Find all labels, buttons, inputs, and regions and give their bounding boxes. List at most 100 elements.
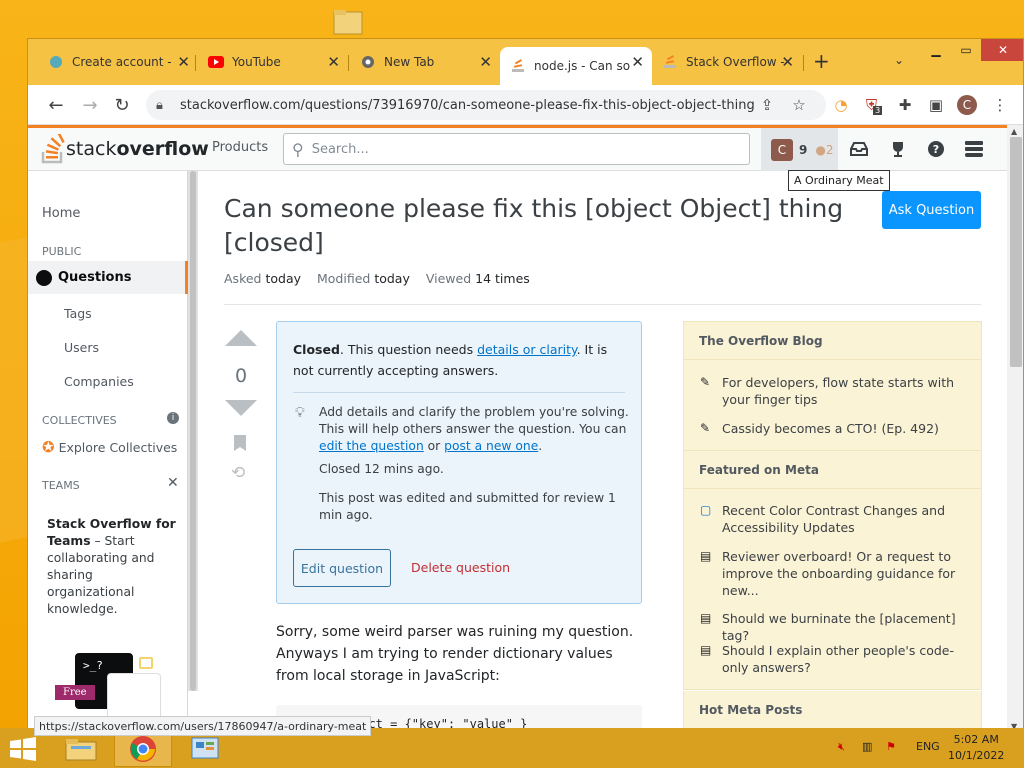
profile-avatar[interactable]: C [956, 94, 978, 116]
side-panel-icon[interactable]: ▣ [925, 94, 947, 116]
site-switcher-icon[interactable] [963, 138, 985, 160]
user-tooltip: A Ordinary Meat [788, 170, 890, 191]
back-arrow-icon[interactable]: ← [44, 93, 68, 117]
nav-section-collectives: COLLECTIVES [42, 414, 117, 427]
create-account-favicon [48, 54, 64, 70]
edited-text: This post was edited and submitted for r… [319, 491, 616, 522]
search-input[interactable]: ⚲ Search... [283, 133, 750, 165]
close-window-button[interactable]: ✕ [981, 39, 1023, 61]
blog-item[interactable]: Cassidy becomes a CTO! (Ep. 492) [722, 420, 972, 437]
help-icon[interactable]: ? [925, 138, 947, 160]
close-tab-icon[interactable]: ✕ [479, 53, 492, 71]
post-new-link[interactable]: post a new one [444, 439, 538, 453]
bookmark-icon[interactable] [234, 435, 246, 451]
tab-youtube[interactable]: YouTube ✕ [198, 47, 348, 77]
tab-search-chevron-icon[interactable]: ⌄ [894, 53, 904, 67]
teams-close-icon[interactable]: ✕ [167, 475, 179, 491]
free-badge: Free [55, 685, 95, 700]
new-tab-button[interactable]: + [813, 49, 830, 73]
nav-home[interactable]: Home [42, 206, 80, 221]
downvote-arrow-icon [225, 400, 257, 416]
volume-muted-icon[interactable]: 🔇︎ [838, 740, 845, 754]
extensions-puzzle-icon[interactable]: ✚ [894, 94, 916, 116]
nav-explore-collectives[interactable]: ✪ Explore Collectives [42, 438, 177, 456]
question-title[interactable]: Can someone please fix this [object Obje… [224, 192, 864, 260]
chat-icon: ▢ [700, 503, 712, 517]
achievements-trophy-icon[interactable] [887, 138, 909, 160]
minimize-button[interactable]: ▁ [921, 39, 951, 61]
omnibox[interactable]: 🔒︎ stackoverflow.com/questions/73916970/… [146, 90, 826, 120]
hot-meta-title: Hot Meta Posts [684, 691, 981, 729]
delete-question-button[interactable]: Delete question [411, 560, 510, 575]
nav-questions[interactable]: Questions [28, 261, 188, 294]
page-scrollbar-thumb[interactable] [1010, 137, 1022, 367]
action-center-icon[interactable]: ⚑ [886, 740, 896, 753]
close-tab-icon[interactable]: ✕ [781, 53, 794, 71]
teams-promo-text: Stack Overflow for Teams – Start collabo… [47, 517, 176, 616]
svg-text:?: ? [933, 143, 939, 156]
user-profile-link[interactable]: C 9 ●2 [761, 128, 838, 171]
search-icon: ⚲ [292, 139, 304, 159]
taskbar-chrome-icon[interactable] [114, 731, 172, 767]
tab-title: New Tab [384, 55, 435, 69]
stack-exchange-icon: ▤ [700, 549, 712, 563]
language-indicator[interactable]: ENG [916, 740, 940, 753]
nav-users[interactable]: Users [64, 340, 99, 355]
nav-tags[interactable]: Tags [64, 306, 92, 321]
edit-question-link[interactable]: edit the question [319, 439, 424, 453]
bookmark-star-icon[interactable]: ☆ [788, 94, 810, 116]
clock-time: 5:02 AM [953, 733, 999, 746]
meta-item[interactable]: Recent Color Contrast Changes and Access… [722, 502, 972, 536]
tab-strip: Create account - ✕ YouTube ✕ New Tab ✕ n… [28, 39, 1023, 85]
taskbar-file-explorer-icon[interactable] [52, 731, 110, 767]
stackoverflow-favicon [662, 54, 678, 70]
globe-icon [36, 269, 52, 286]
closed-time: Closed 12 mins ago. [319, 462, 444, 476]
collectives-info-icon[interactable]: i [167, 412, 179, 424]
url-text: stackoverflow.com/questions/73916970/can… [180, 97, 755, 113]
rss-icon[interactable]: ◔ [830, 94, 852, 116]
menu-dots-icon[interactable]: ⋮ [989, 94, 1011, 116]
logo-text-stack: stack [66, 138, 117, 160]
so-header: stack overflow Products ⚲ Search... C 9 ●… [28, 125, 1007, 171]
share-icon[interactable]: ⇪ [756, 94, 778, 116]
products-menu[interactable]: Products [212, 140, 268, 155]
close-tab-icon[interactable]: ✕ [177, 53, 190, 71]
tab-nodejs-active[interactable]: node.js - Can so ✕ [500, 47, 652, 85]
stackoverflow-logo[interactable]: stack overflow [40, 134, 209, 164]
extension-badge: 3 [873, 105, 883, 115]
close-tab-icon[interactable]: ✕ [631, 53, 644, 71]
meta-item[interactable]: Reviewer overboard! Or a request to impr… [722, 548, 972, 599]
downvote-button[interactable] [225, 400, 257, 416]
desktop-folder-icon[interactable] [332, 6, 364, 38]
close-tab-icon[interactable]: ✕ [327, 53, 340, 71]
inbox-icon[interactable] [848, 138, 870, 160]
blog-item[interactable]: For developers, flow state starts with y… [722, 374, 972, 408]
sidebar-scrollbar-thumb[interactable] [190, 171, 196, 691]
details-clarity-link[interactable]: details or clarity [477, 342, 577, 357]
lightbulb-icon: 💡︎ [295, 405, 305, 421]
shield-extension-icon[interactable]: ⛨ 3 [863, 94, 885, 116]
meta-item[interactable]: Should we burninate the [placement] tag? [722, 610, 972, 644]
browser-window: Create account - ✕ YouTube ✕ New Tab ✕ n… [27, 38, 1024, 735]
forward-arrow-icon[interactable]: → [78, 93, 102, 117]
maximize-button[interactable]: ▭ [951, 39, 981, 61]
nav-companies[interactable]: Companies [64, 374, 134, 389]
clock[interactable]: 5:02 AM 10/1/2022 [948, 732, 1004, 764]
tab-new-tab[interactable]: New Tab ✕ [350, 47, 500, 77]
edit-question-button[interactable]: Edit question [293, 549, 391, 587]
divider [224, 304, 981, 305]
windows-start-icon[interactable] [8, 736, 38, 762]
taskbar-control-panel-icon[interactable] [176, 731, 234, 767]
upvote-button[interactable] [225, 330, 257, 346]
history-icon[interactable]: ⟲ [231, 463, 245, 483]
ask-question-button[interactable]: Ask Question [882, 191, 981, 229]
meta-item[interactable]: Should I explain other people's code-onl… [722, 642, 972, 676]
nav-questions-label: Questions [58, 270, 132, 285]
tab-create-account[interactable]: Create account - ✕ [38, 47, 198, 77]
scroll-up-arrow-icon[interactable]: ▲ [1011, 127, 1017, 136]
reload-icon[interactable]: ↻ [110, 93, 134, 117]
stackoverflow-logo-icon [41, 134, 65, 164]
tab-stack-overflow[interactable]: Stack Overflow - ✕ [652, 47, 802, 77]
network-icon[interactable]: ▥ [862, 740, 872, 753]
